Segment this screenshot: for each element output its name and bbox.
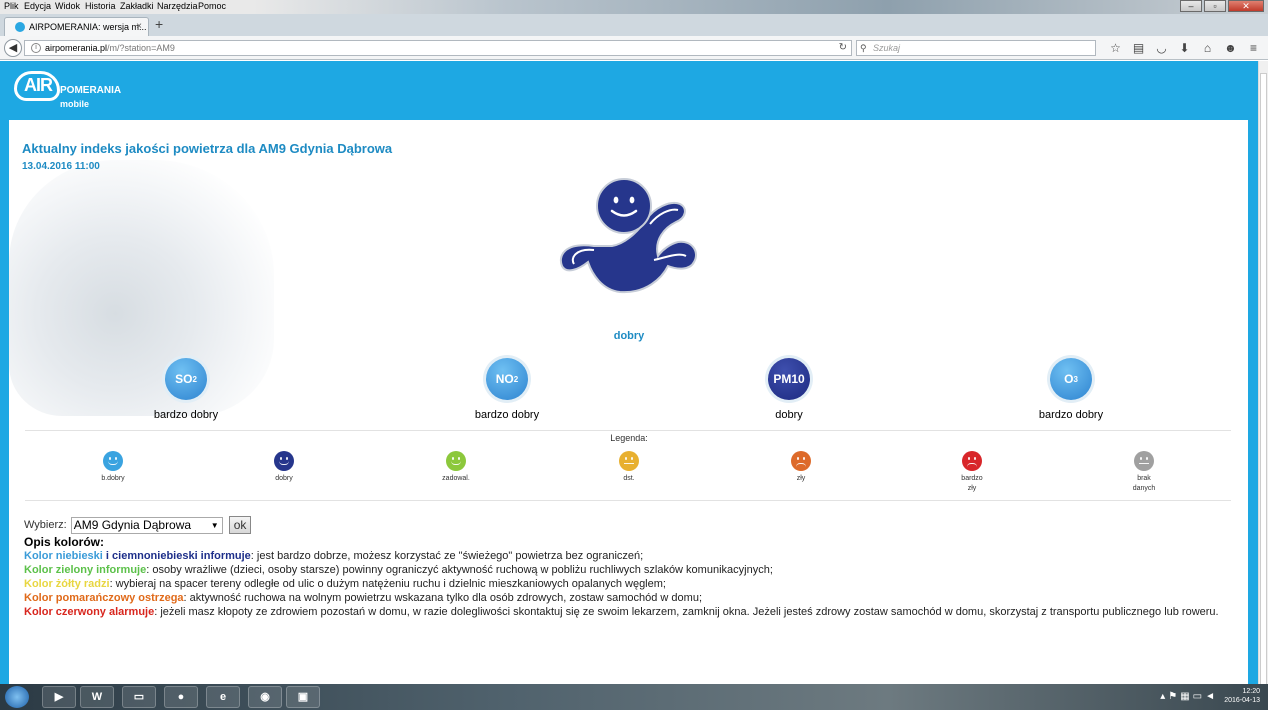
minimize-button[interactable]: – (1180, 0, 1202, 12)
word-icon[interactable]: W (80, 686, 114, 708)
start-button[interactable] (5, 686, 29, 708)
select-label: Wybierz: (24, 519, 67, 531)
pollutant-no2: NO 2 bardzo dobry (427, 358, 587, 421)
search-input[interactable]: ⚲ Szukaj (856, 40, 1096, 56)
navigation-bar: ◀ i airpomerania.pl/m/?station=AM9 ↻ ⚲ S… (0, 36, 1268, 60)
very-good-face-icon (103, 451, 123, 471)
desc-yellow: Kolor żółty radzi: wybieraj na spacer te… (24, 578, 666, 590)
internet-explorer-icon[interactable]: e (206, 686, 240, 708)
legend-title: Legenda: (610, 433, 648, 443)
menu-edit[interactable]: Edycja (24, 1, 51, 11)
pollutant-o3: O3 bardzo dobry (991, 358, 1151, 421)
menu-file[interactable]: Plik (4, 1, 19, 11)
page-date: 13.04.2016 11:00 (22, 161, 100, 172)
so2-status: bardzo dobry (153, 409, 219, 421)
tab-title: AIRPOMERANIA: wersja m... (29, 22, 147, 32)
reload-icon[interactable]: ↻ (839, 41, 847, 55)
tab-close-icon[interactable]: × (136, 18, 142, 36)
no2-status: bardzo dobry (474, 409, 540, 421)
logo-mobile-text: mobile (60, 99, 90, 109)
no2-badge: NO 2 (486, 358, 528, 400)
dropdown-arrow-icon: ▼ (210, 520, 219, 530)
menu-tools[interactable]: Narzędzia (157, 1, 198, 11)
url-path: /m/?station=AM9 (107, 43, 175, 53)
firefox-icon[interactable]: ● (164, 686, 198, 708)
tab-bar: AIRPOMERANIA: wersja m... × + (0, 14, 1268, 36)
search-placeholder: Szukaj (873, 43, 901, 53)
pm10-status: dobry (775, 409, 803, 421)
menu-help[interactable]: Pomoc (198, 1, 226, 11)
info-icon[interactable]: i (31, 43, 41, 53)
media-player-icon[interactable]: ▶ (42, 686, 76, 708)
chat-icon[interactable]: ☻ (1219, 40, 1242, 56)
pm10-badge: PM10 (768, 358, 810, 400)
very-bad-face-icon (962, 451, 982, 471)
bad-face-icon (791, 451, 811, 471)
reading-list-icon[interactable]: ▤ (1127, 40, 1150, 56)
windows-taskbar: ▶ W ▭ ● e ◉ ▣ ▴⚑▦▭◄ 12:20 2016-04-13 (0, 684, 1268, 710)
logo-air-text: AIR (24, 75, 53, 95)
browser-tab[interactable]: AIRPOMERANIA: wersja m... × (4, 17, 149, 36)
url-host: airpomerania.pl (45, 43, 108, 53)
main-status-label: dobry (613, 330, 645, 342)
legend-item: zły (766, 451, 836, 484)
tray-icons[interactable]: ▴⚑▦▭◄ (1160, 691, 1218, 702)
window-icon[interactable]: ▣ (286, 686, 320, 708)
desc-orange: Kolor pomarańczowy ostrzega: aktywność r… (24, 592, 703, 604)
divider (25, 430, 1231, 431)
bookmark-star-icon[interactable]: ☆ (1104, 40, 1127, 56)
url-bar[interactable]: i airpomerania.pl/m/?station=AM9 ↻ (24, 40, 852, 56)
ok-button[interactable]: ok (228, 516, 252, 534)
divider (25, 500, 1231, 501)
vertical-scrollbar[interactable] (1258, 61, 1268, 685)
page-title: Aktualny indeks jakości powietrza dla AM… (22, 141, 393, 156)
legend-item: b.dobry (78, 451, 148, 484)
pollutant-pm10: PM10 dobry (709, 358, 869, 421)
new-tab-button[interactable]: + (155, 16, 163, 32)
menu-view[interactable]: Widok (55, 1, 80, 11)
legend-item: zadowal. (421, 451, 491, 484)
logo-pomerania-text: POMERANIA (60, 85, 122, 96)
o3-badge: O3 (1050, 358, 1092, 400)
station-form: Wybierz: AM9 Gdynia Dąbrowa ▼ ok (24, 516, 252, 534)
station-select[interactable]: AM9 Gdynia Dąbrowa ▼ (70, 516, 223, 534)
airpomerania-logo[interactable]: AIR POMERANIA mobile (14, 69, 144, 115)
close-window-button[interactable]: ✕ (1228, 0, 1264, 12)
desc-red: Kolor czerwony alarmuje: jeżeli masz kło… (24, 606, 1219, 618)
no-data-face-icon (1134, 451, 1154, 471)
file-explorer-icon[interactable]: ▭ (122, 686, 156, 708)
o3-status: bardzo dobry (1038, 409, 1104, 421)
legend-item: dst. (594, 451, 664, 484)
menu-history[interactable]: Historia (85, 1, 116, 11)
app-icon[interactable]: ◉ (248, 686, 282, 708)
search-icon: ⚲ (860, 43, 867, 53)
back-button[interactable]: ◀ (4, 39, 22, 57)
home-icon[interactable]: ⌂ (1196, 40, 1219, 56)
legend-item: bardzo zły (937, 451, 1007, 494)
satisfactory-face-icon (446, 451, 466, 471)
favicon-icon (15, 22, 25, 32)
desc-green: Kolor zielony informuje: osoby wrażliwe … (24, 564, 773, 576)
menu-bookmarks[interactable]: Zakładki (120, 1, 154, 11)
air-quality-mascot-icon (559, 178, 697, 294)
so2-badge: SO 2 (165, 358, 207, 400)
good-face-icon (274, 451, 294, 471)
legend-item: dobry (249, 451, 319, 484)
pollutant-so2: SO 2 bardzo dobry (106, 358, 266, 421)
page-viewport: AIR POMERANIA mobile Aktualny indeks jak… (0, 61, 1258, 684)
menu-hamburger-icon[interactable]: ≡ (1242, 40, 1265, 56)
pocket-icon[interactable]: ◡ (1150, 40, 1173, 56)
legend-item: brak danych (1109, 451, 1179, 494)
desc-blue: Kolor niebieski i ciemnoniebieski inform… (24, 550, 644, 562)
download-icon[interactable]: ⬇ (1173, 40, 1196, 56)
maximize-button[interactable]: ▫ (1204, 0, 1226, 12)
colors-heading: Opis kolorów: (24, 535, 105, 549)
content-card: Aktualny indeks jakości powietrza dla AM… (9, 120, 1248, 684)
menu-bar: Plik Edycja Widok Historia Zakładki Narz… (0, 0, 1268, 14)
sufficient-face-icon (619, 451, 639, 471)
clock[interactable]: 12:20 2016-04-13 (1224, 687, 1260, 705)
